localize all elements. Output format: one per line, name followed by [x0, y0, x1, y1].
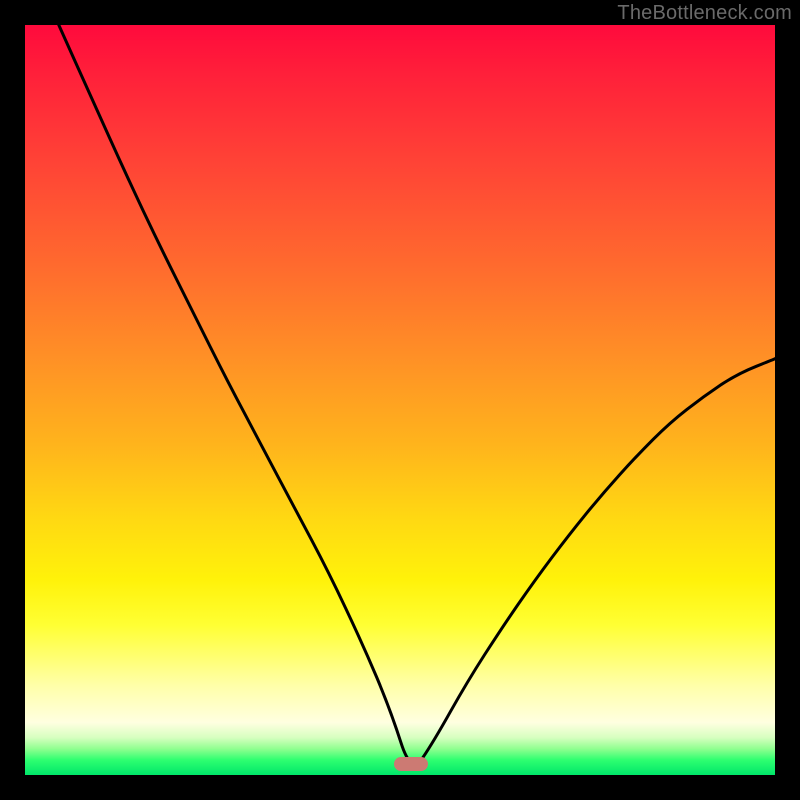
- watermark-label: TheBottleneck.com: [617, 2, 792, 25]
- bottleneck-marker: [394, 757, 428, 771]
- plot-area: [25, 25, 775, 775]
- bottleneck-curve: [25, 25, 775, 775]
- chart-frame: TheBottleneck.com: [0, 0, 800, 800]
